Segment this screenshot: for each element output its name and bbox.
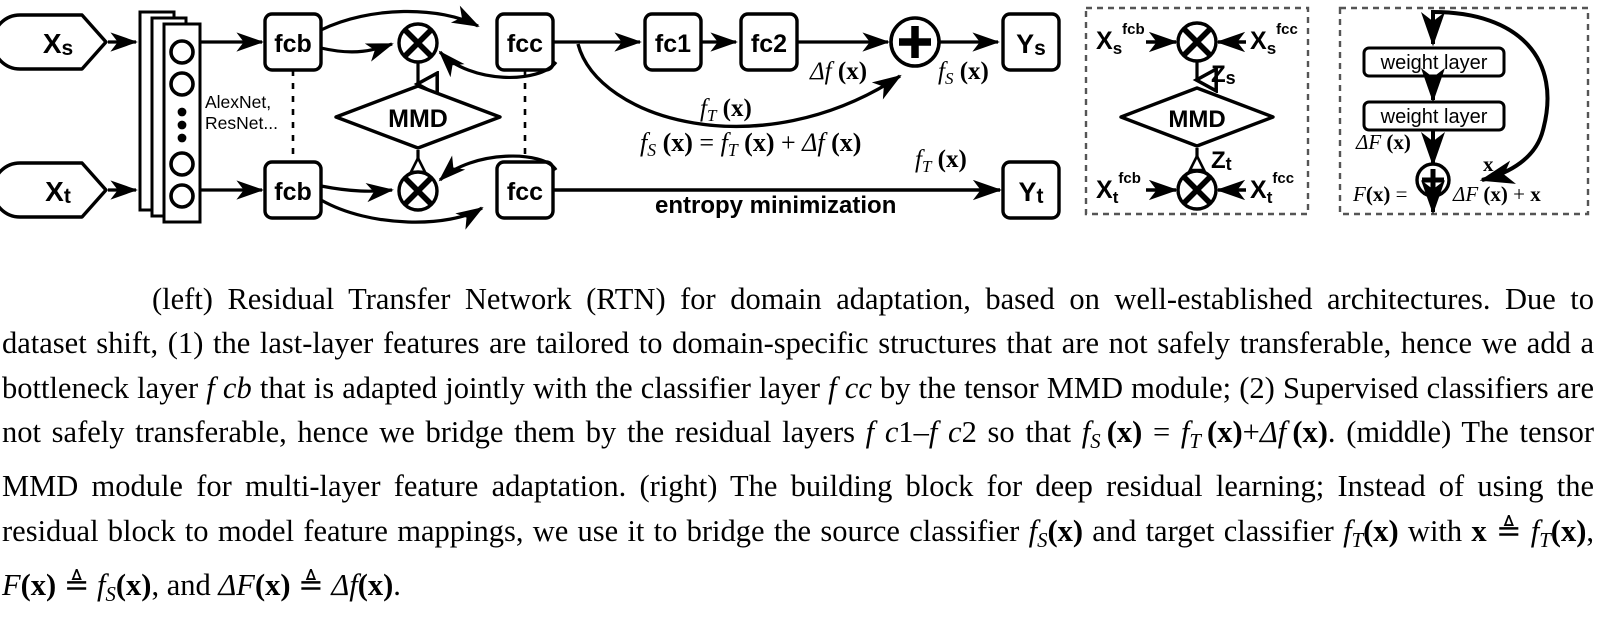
mid-tensor-node-target[interactable] [1176,169,1218,211]
block-fcc-target-label: fcc [507,178,543,206]
edge-fcb-source-to-fcc-source [320,5,480,32]
output-node-ys[interactable]: Ys [1001,12,1061,72]
backbone-cnn-stack[interactable] [138,10,202,224]
weight-layer-1-label: weight layer [1380,52,1488,74]
right-sum-node[interactable] [1415,162,1451,198]
input-node-xt[interactable]: Xt [0,161,108,219]
mmd-module[interactable]: MMD [334,84,502,150]
edge-mmd-to-tensor-target [408,150,428,174]
right-panel: weight layer weight layer [1338,6,1590,216]
edge-identity-shortcut [576,43,902,129]
edge-fcb-target-to-tensor-target [320,182,394,203]
architecture-diagram-svg: Xs Xt AlexNet, ResNet... fcb fcb fcc fcc… [0,5,1590,230]
block-fcc-target[interactable]: fcc [495,160,555,220]
block-fcb-source-label: fcb [274,30,312,58]
block-fc1[interactable]: fc1 [643,12,703,72]
output-node-yt[interactable]: Yt [1001,160,1061,220]
block-fc1-label: fc1 [655,30,691,58]
left-panel: Xs Xt AlexNet, ResNet... fcb fcb fcc fcc… [0,5,1061,230]
tensor-product-node-source[interactable] [397,22,439,64]
sum-node[interactable] [889,16,941,68]
middle-panel: MMD Xsfcb Xsfcc Xtfcb Xtfcc Zs Zt [1084,6,1310,216]
edge-fcb-source-to-tensor-source [320,42,394,62]
backbone-label-line2: ResNet... [205,113,278,133]
figure-container: Xs Xt AlexNet, ResNet... fcb fcb fcc fcc… [0,0,1600,624]
block-fc2-label: fc2 [751,30,787,58]
block-fcc-source-label: fcc [507,30,543,58]
weight-layer-1[interactable]: weight layer [1362,46,1506,78]
weight-layer-2-label: weight layer [1380,106,1488,128]
weight-layer-2[interactable]: weight layer [1362,100,1506,132]
mmd-label: MMD [388,105,448,133]
diagram-area: Xs Xt AlexNet, ResNet... fcb fcb fcc fcc… [0,0,1600,240]
input-node-xs[interactable]: Xs [0,13,108,71]
caption-area: (left) Residual Transfer Network (RTN) f… [0,246,1600,624]
block-fcb-target[interactable]: fcb [263,160,323,220]
tensor-product-node-target[interactable] [397,170,439,212]
backbone-label-line1: AlexNet, [205,92,271,112]
backbone-ellipsis [177,107,187,143]
figure-caption: (left) Residual Transfer Network (RTN) f… [2,281,1595,606]
block-fcb-target-label: fcb [274,178,312,206]
block-fc2[interactable]: fc2 [739,12,799,72]
block-fcb-source[interactable]: fcb [263,12,323,72]
mid-mmd-label: MMD [1168,106,1225,133]
mid-tensor-node-source[interactable] [1176,21,1218,63]
block-fcc-source[interactable]: fcc [495,12,555,72]
